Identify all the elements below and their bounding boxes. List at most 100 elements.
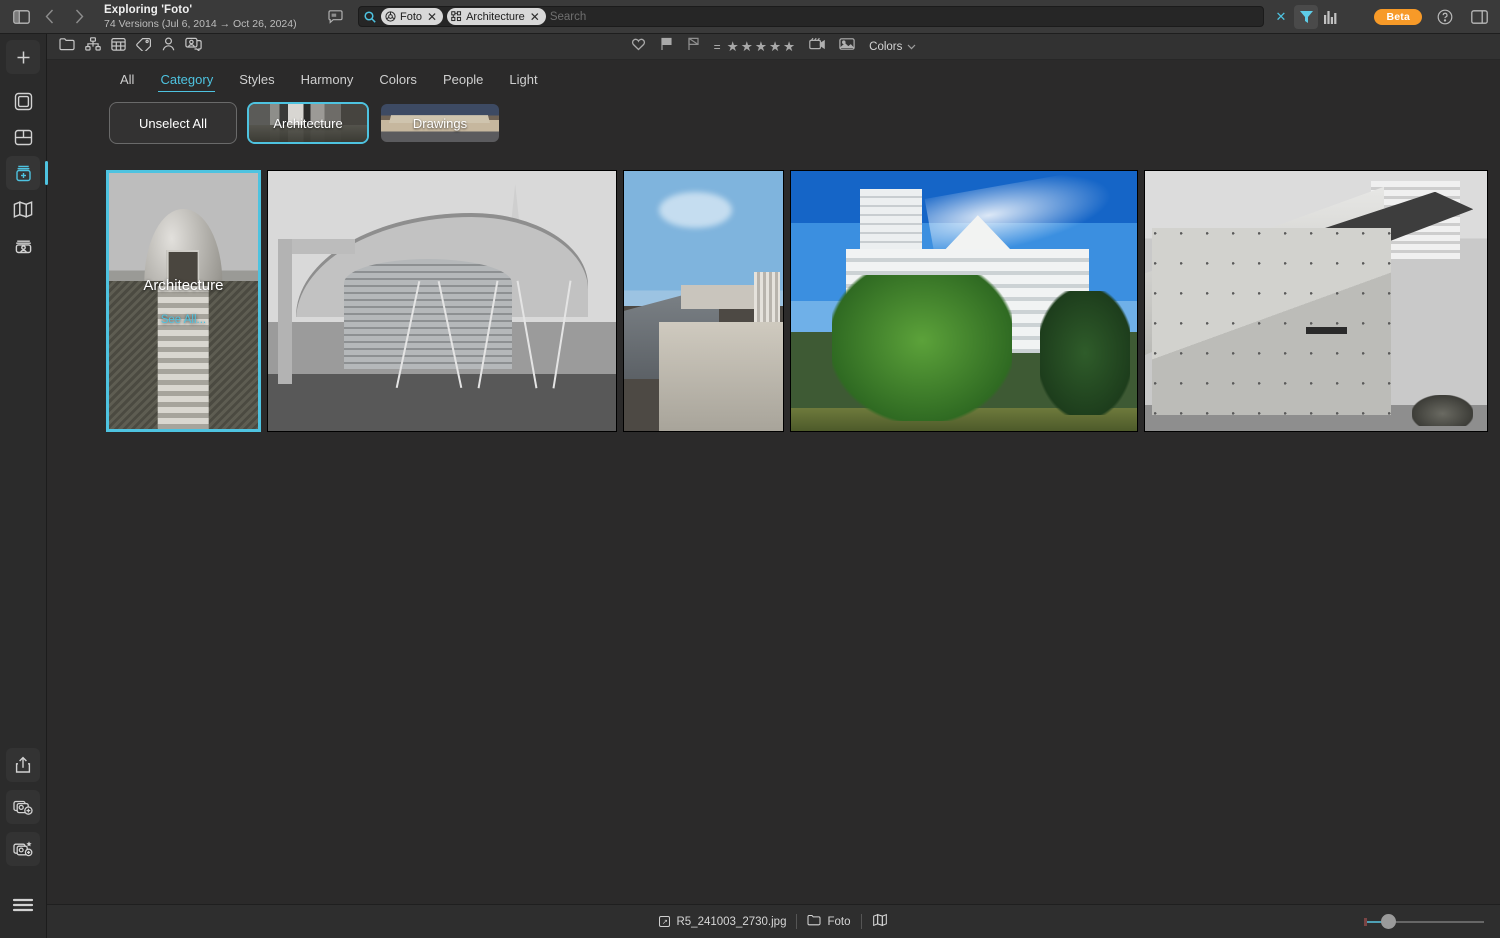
photo-thumbnail-concrete-ramp[interactable] — [1144, 170, 1489, 432]
page-subtitle: 74 Versions (Jul 6, 2014 → Oct 26, 2024) — [104, 17, 297, 30]
folder-icon — [807, 914, 821, 929]
heart-icon[interactable] — [631, 37, 646, 56]
colors-dropdown-label: Colors — [869, 40, 903, 53]
tab-light[interactable]: Light — [496, 72, 550, 92]
hamburger-icon[interactable] — [6, 888, 40, 922]
search-token-architecture[interactable]: Architecture ✕ — [447, 8, 546, 25]
image-icon[interactable] — [839, 37, 855, 56]
rating-operator[interactable]: = — [714, 40, 721, 54]
category-tile-architecture[interactable]: Architecture See All... — [106, 170, 261, 432]
status-map-button[interactable] — [872, 913, 888, 930]
right-panel-toggle-icon[interactable] — [1466, 4, 1492, 30]
slider-handle[interactable] — [1381, 914, 1396, 929]
search-clear-button[interactable]: ✕ — [1270, 9, 1293, 25]
star-icon[interactable]: ★ — [783, 39, 795, 55]
thumbnail-image — [267, 171, 617, 431]
tab-styles[interactable]: Styles — [226, 72, 287, 92]
close-icon[interactable]: ✕ — [530, 11, 540, 23]
photo-thumbnail-hotel-trees[interactable] — [789, 170, 1139, 432]
zoom-slider[interactable] — [1364, 914, 1484, 930]
search-input[interactable]: Search — [550, 11, 1258, 23]
speech-person-icon[interactable] — [185, 37, 202, 56]
photo-thumbnail-church[interactable] — [266, 170, 618, 432]
add-button[interactable] — [6, 40, 40, 74]
tab-colors[interactable]: Colors — [366, 72, 430, 92]
share-button[interactable] — [6, 748, 40, 782]
chip-label: Drawings — [412, 115, 468, 131]
window-title-block: Exploring 'Foto' 74 Versions (Jul 6, 201… — [104, 3, 304, 31]
import-photos-button[interactable] — [6, 790, 40, 824]
browser-mode-icons — [47, 37, 202, 56]
thumbnail-image — [790, 171, 1138, 431]
back-button[interactable] — [34, 4, 64, 30]
help-circle-icon[interactable] — [1432, 4, 1458, 30]
status-album[interactable]: Foto — [807, 914, 851, 929]
status-album-label: Foto — [827, 915, 851, 928]
tag-icon[interactable] — [136, 37, 152, 56]
app-window: Exploring 'Foto' 74 Versions (Jul 6, 201… — [0, 0, 1500, 938]
star-icon[interactable]: ★ — [741, 39, 753, 55]
main-area: = ★ ★ ★ ★ ★ Colors All Category Styles H… — [47, 34, 1500, 938]
search-bar[interactable]: Foto ✕ Architecture ✕ Search — [358, 6, 1264, 27]
title-bar: Exploring 'Foto' 74 Versions (Jul 6, 201… — [0, 0, 1500, 34]
search-token-label: Architecture — [466, 10, 525, 23]
flag-icon[interactable] — [660, 37, 673, 56]
divider — [796, 914, 798, 929]
chip-label: Unselect All — [139, 115, 207, 131]
unselect-all-button[interactable]: Unselect All — [109, 102, 237, 144]
star-icon[interactable]: ★ — [769, 39, 781, 55]
search-icon — [364, 10, 376, 23]
hierarchy-icon[interactable] — [85, 37, 101, 56]
colors-dropdown[interactable]: Colors — [869, 41, 916, 53]
star-icon[interactable]: ★ — [727, 39, 739, 55]
person-icon[interactable] — [162, 37, 175, 56]
filter-funnel-icon[interactable] — [1294, 4, 1319, 29]
photo-thumbnail-concrete-sky[interactable] — [623, 170, 784, 432]
search-token-foto[interactable]: Foto ✕ — [381, 8, 444, 25]
sidebar-item-people[interactable] — [6, 228, 40, 262]
tile-overlay: Architecture See All... — [109, 173, 258, 429]
map-icon — [872, 913, 888, 930]
category-icon — [451, 11, 462, 22]
tab-harmony[interactable]: Harmony — [288, 72, 367, 92]
search-token-label: Foto — [400, 10, 423, 23]
tab-category[interactable]: Category — [147, 72, 226, 92]
close-icon[interactable]: ✕ — [427, 11, 437, 23]
video-icon[interactable] — [809, 37, 825, 56]
status-filename-label: R5_241003_2730.jpg — [676, 915, 787, 928]
new-album-button[interactable] — [6, 832, 40, 866]
rail-primary-group — [6, 84, 48, 264]
comment-icon[interactable] — [322, 4, 348, 30]
sidebar-item-layout[interactable] — [6, 120, 40, 154]
photo-grid-area: Architecture See All... — [47, 144, 1500, 904]
thumbnail-image — [1145, 171, 1488, 431]
forward-button[interactable] — [64, 4, 94, 30]
divider — [860, 914, 862, 929]
selection-indicator — [45, 161, 48, 185]
histogram-icon[interactable] — [1318, 5, 1344, 29]
beta-badge: Beta — [1374, 8, 1422, 25]
thumbnail-image — [624, 171, 783, 431]
aperture-icon — [385, 11, 396, 22]
see-all-link[interactable]: See All... — [161, 314, 206, 326]
tab-all[interactable]: All — [107, 72, 147, 92]
chip-label: Architecture — [273, 115, 343, 131]
star-icon[interactable]: ★ — [755, 39, 767, 55]
status-filename[interactable]: ↗ R5_241003_2730.jpg — [659, 916, 786, 928]
body: = ★ ★ ★ ★ ★ Colors All Category Styles H… — [0, 34, 1500, 938]
sidebar-item-library[interactable] — [6, 84, 40, 118]
status-info: ↗ R5_241003_2730.jpg Foto — [47, 913, 1500, 930]
tile-title: Architecture — [143, 276, 224, 294]
slider-min-cap — [1364, 917, 1367, 926]
rating-filter[interactable]: = ★ ★ ★ ★ ★ — [714, 39, 796, 55]
sidebar-item-map[interactable] — [6, 192, 40, 226]
sidebar-toggle-icon[interactable] — [8, 4, 34, 30]
flag-outline-icon[interactable] — [687, 37, 700, 56]
sidebar-item-explore[interactable] — [6, 156, 48, 190]
chip-drawings[interactable]: Drawings — [379, 102, 501, 144]
filter-toolbar: = ★ ★ ★ ★ ★ Colors — [47, 34, 1500, 59]
chip-architecture[interactable]: Architecture — [247, 102, 369, 144]
tab-people[interactable]: People — [430, 72, 496, 92]
calendar-icon[interactable] — [111, 37, 126, 56]
folder-icon[interactable] — [59, 37, 75, 56]
